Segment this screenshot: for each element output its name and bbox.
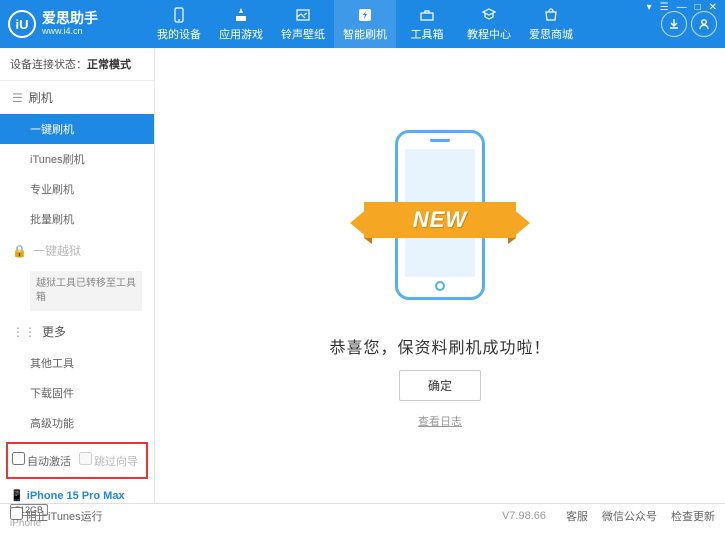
window-controls: ▾ ☰ — □ ✕ (647, 2, 717, 13)
more-icon: ⋮⋮ (12, 325, 36, 339)
footer-wechat[interactable]: 微信公众号 (602, 508, 657, 524)
nav-smart-flash[interactable]: 智能刷机 (334, 0, 396, 48)
top-nav: 我的设备 应用游戏 铃声壁纸 智能刷机 工具箱 教程中心 爱思商城 (148, 0, 661, 48)
sidebar-group-flash[interactable]: ☰ 刷机 (0, 81, 154, 114)
footer-support[interactable]: 客服 (566, 508, 588, 524)
wallpaper-icon (294, 6, 312, 24)
sidebar-group-jailbreak: 🔒 一键越狱 (0, 234, 154, 267)
phone-illustration: NEW (360, 122, 520, 322)
success-message: 恭喜您，保资料刷机成功啦！ (329, 334, 550, 358)
app-header: iU 爱思助手 www.i4.cn 我的设备 应用游戏 铃声壁纸 智能刷机 工具… (0, 0, 725, 48)
activation-options: 自动激活 跳过向导 (6, 442, 148, 479)
window-minimize-icon[interactable]: — (677, 2, 687, 13)
user-icon[interactable] (691, 11, 717, 37)
nav-ringtone-wallpaper[interactable]: 铃声壁纸 (272, 0, 334, 48)
nav-toolbox[interactable]: 工具箱 (396, 0, 458, 48)
sidebar-item-download-firmware[interactable]: 下载固件 (0, 378, 154, 408)
header-right (661, 11, 717, 37)
device-name: iPhone 15 Pro Max (27, 490, 125, 502)
logo-area: iU 爱思助手 www.i4.cn (8, 10, 148, 38)
phone-icon (170, 6, 188, 24)
tutorial-icon (480, 6, 498, 24)
sidebar: 设备连接状态：正常模式 ☰ 刷机 一键刷机 iTunes刷机 专业刷机 批量刷机… (0, 48, 155, 503)
store-icon (542, 6, 560, 24)
nav-tutorials[interactable]: 教程中心 (458, 0, 520, 48)
skip-guide-checkbox[interactable]: 跳过向导 (79, 452, 138, 469)
flash-icon (356, 6, 374, 24)
app-name: 爱思助手 (42, 11, 98, 26)
sidebar-item-batch-flash[interactable]: 批量刷机 (0, 204, 154, 234)
apps-icon (232, 6, 250, 24)
nav-store[interactable]: 爱思商城 (520, 0, 582, 48)
window-maximize-icon[interactable]: □ (695, 2, 701, 13)
block-itunes-checkbox[interactable]: 阻止iTunes运行 (10, 507, 103, 524)
nav-my-device[interactable]: 我的设备 (148, 0, 210, 48)
app-url: www.i4.cn (42, 27, 98, 37)
logo-icon: iU (8, 10, 36, 38)
sidebar-item-oneclick-flash[interactable]: 一键刷机 (0, 114, 154, 144)
view-log-link[interactable]: 查看日志 (418, 413, 462, 429)
sidebar-item-pro-flash[interactable]: 专业刷机 (0, 174, 154, 204)
jailbreak-note: 越狱工具已转移至工具箱 (30, 271, 142, 311)
version-label: V7.98.66 (502, 510, 546, 522)
sidebar-item-itunes-flash[interactable]: iTunes刷机 (0, 144, 154, 174)
list-icon: ☰ (12, 91, 23, 105)
nav-apps-games[interactable]: 应用游戏 (210, 0, 272, 48)
window-menu-icon[interactable]: ☰ (660, 2, 669, 13)
window-close-icon[interactable]: ✕ (709, 2, 717, 13)
auto-activate-checkbox[interactable]: 自动激活 (12, 452, 71, 469)
window-dropdown-icon[interactable]: ▾ (647, 2, 652, 13)
lock-icon: 🔒 (12, 244, 27, 258)
main-content: NEW 恭喜您，保资料刷机成功啦！ 确定 查看日志 (155, 48, 725, 503)
sidebar-item-other-tools[interactable]: 其他工具 (0, 348, 154, 378)
footer-check-update[interactable]: 检查更新 (671, 508, 715, 524)
toolbox-icon (418, 6, 436, 24)
download-icon[interactable] (661, 11, 687, 37)
ok-button[interactable]: 确定 (399, 370, 481, 401)
new-ribbon: NEW (364, 202, 516, 238)
device-status: 设备连接状态：正常模式 (0, 48, 154, 81)
sidebar-item-advanced[interactable]: 高级功能 (0, 408, 154, 438)
sidebar-group-more[interactable]: ⋮⋮ 更多 (0, 315, 154, 348)
